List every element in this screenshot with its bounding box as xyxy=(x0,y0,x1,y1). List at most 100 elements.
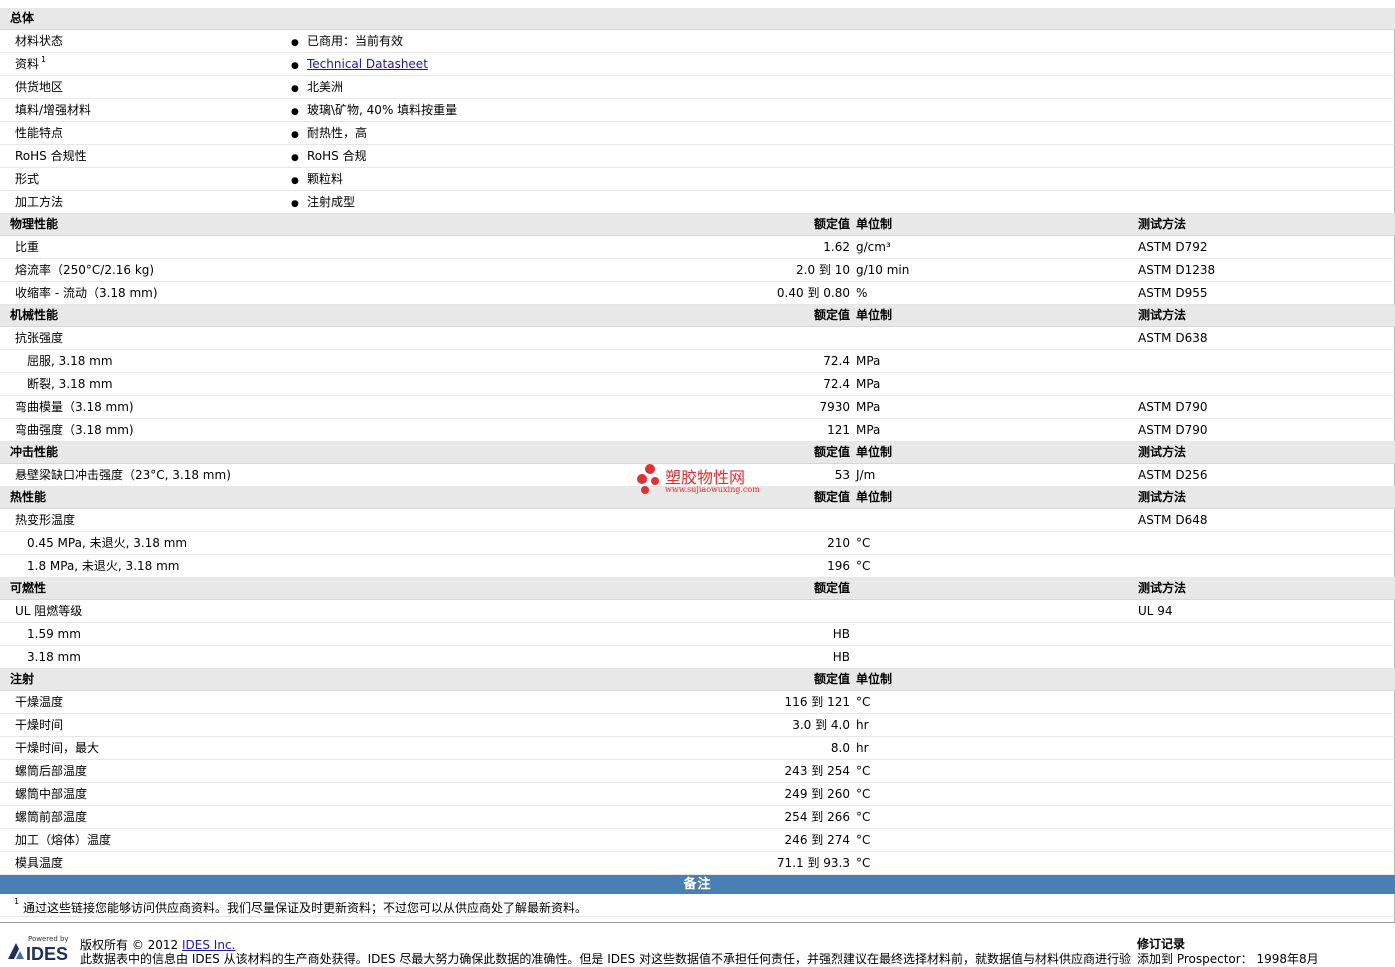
property-label: 模具温度 xyxy=(15,856,64,870)
property-value: 北美洲 xyxy=(307,80,344,94)
property-row: 弯曲模量（3.18 mm) 7930 MPa ASTM D790 xyxy=(0,396,1395,419)
property-label: 1.59 mm xyxy=(27,627,81,641)
section-title: 注射 xyxy=(10,672,35,686)
column-header-nominal: 额定值 xyxy=(813,308,850,322)
nominal-value: 71.1 到 93.3 xyxy=(776,856,850,870)
watermark: 塑胶物性网 www.sujiaowuxing.com xyxy=(636,462,766,498)
column-header-nominal: 额定值 xyxy=(813,490,850,504)
nominal-value: 196 xyxy=(827,559,850,573)
property-row: 干燥温度 116 到 121 °C xyxy=(0,691,1395,714)
unit-value: g/10 min xyxy=(856,263,910,277)
column-header-method: 测试方法 xyxy=(1138,308,1187,322)
note-text: 通过这些链接您能够访问供应商资料。我们尽量保证及时更新资料；不过您可以从供应商处… xyxy=(23,901,588,915)
property-row: 屈服, 3.18 mm 72.4 MPa xyxy=(0,350,1395,373)
property-row: 性能特点 ● 耐热性，高 xyxy=(0,122,1395,145)
nominal-value: HB xyxy=(832,650,850,664)
section-title: 机械性能 xyxy=(10,308,59,322)
column-header-method: 测试方法 xyxy=(1138,490,1187,504)
section-title: 总体 xyxy=(10,11,35,25)
unit-value: °C xyxy=(856,833,871,847)
property-label: 弯曲强度（3.18 mm) xyxy=(15,423,134,437)
unit-value: °C xyxy=(856,559,871,573)
property-label-with-note: 资料 1 xyxy=(15,55,46,71)
property-row: RoHS 合规性 ● RoHS 合规 xyxy=(0,145,1395,168)
property-row: 1.59 mm HB xyxy=(0,623,1395,646)
property-label: 干燥温度 xyxy=(15,695,64,709)
property-row: 材料状态 ● 已商用：当前有效 xyxy=(0,30,1395,53)
section-title: 物理性能 xyxy=(10,217,59,231)
property-row: 比重 1.62 g/cm³ ASTM D792 xyxy=(0,236,1395,259)
property-row: 加工（熔体）温度 246 到 274 °C xyxy=(0,829,1395,852)
property-row: UL 阻燃等级 UL 94 xyxy=(0,600,1395,623)
bullet: ● xyxy=(291,176,299,186)
property-row: 0.45 MPa, 未退火, 3.18 mm 210 °C xyxy=(0,532,1395,555)
property-row: 3.18 mm HB xyxy=(0,646,1395,669)
bullet: ● xyxy=(291,84,299,94)
powered-by-label: Powered by xyxy=(28,935,69,943)
unit-value: °C xyxy=(856,764,871,778)
property-label: 供货地区 xyxy=(15,80,64,94)
nominal-value: 7930 xyxy=(819,400,850,414)
property-label: 收缩率 - 流动（3.18 mm) xyxy=(15,286,158,300)
test-method: UL 94 xyxy=(1138,604,1173,618)
section-title: 可燃性 xyxy=(10,581,47,595)
nominal-value: 53 xyxy=(834,468,850,482)
section-header-flammability: 可燃性 额定值 测试方法 xyxy=(0,578,1395,600)
property-value: 注射成型 xyxy=(307,195,356,209)
bullet: ● xyxy=(291,107,299,117)
datasheet-link[interactable]: Technical Datasheet xyxy=(307,57,428,71)
unit-value: % xyxy=(856,286,868,300)
bullet: ● xyxy=(291,153,299,163)
unit-value: MPa xyxy=(856,400,881,414)
property-label-text: 资料 xyxy=(15,57,40,71)
property-value: RoHS 合规 xyxy=(307,149,367,163)
property-label: 比重 xyxy=(15,240,40,254)
property-label: 热变形温度 xyxy=(15,513,76,527)
test-method: ASTM D1238 xyxy=(1138,263,1216,277)
unit-value: MPa xyxy=(856,423,881,437)
nominal-value: 3.0 到 4.0 xyxy=(792,718,850,732)
property-row: 螺筒中部温度 249 到 260 °C xyxy=(0,783,1395,806)
column-header-nominal: 额定值 xyxy=(813,445,850,459)
unit-value: hr xyxy=(856,741,869,755)
nominal-value: 210 xyxy=(827,536,850,550)
property-value: 玻璃\矿物, 40% 填料按重量 xyxy=(307,103,458,117)
notes-header: 备注 xyxy=(0,875,1395,894)
unit-value: °C xyxy=(856,856,871,870)
ides-logo-text: IDES xyxy=(26,944,69,964)
property-label: 螺筒后部温度 xyxy=(15,764,88,778)
section-header-impact: 冲击性能 额定值 单位制 测试方法 xyxy=(0,442,1395,464)
footnote-number: 1 xyxy=(14,897,20,906)
test-method: ASTM D790 xyxy=(1138,400,1208,414)
nominal-value: 72.4 xyxy=(823,354,850,368)
property-label: 螺筒中部温度 xyxy=(15,787,88,801)
property-row: 抗张强度 ASTM D638 xyxy=(0,327,1395,350)
property-row: 资料 1 ● Technical Datasheet xyxy=(0,53,1395,76)
unit-value: MPa xyxy=(856,377,881,391)
property-label: 加工（熔体）温度 xyxy=(15,833,112,847)
property-label: 干燥时间 xyxy=(15,718,64,732)
property-label: 断裂, 3.18 mm xyxy=(27,377,113,391)
unit-value: MPa xyxy=(856,354,881,368)
property-label: 抗张强度 xyxy=(15,331,64,345)
property-label: 填料/增强材料 xyxy=(15,103,92,117)
property-label: 螺筒前部温度 xyxy=(15,810,88,824)
column-header-unit: 单位制 xyxy=(856,217,893,231)
nominal-value: 0.40 到 0.80 xyxy=(776,286,850,300)
property-row: 加工方法 ● 注射成型 xyxy=(0,191,1395,214)
nominal-value: 2.0 到 10 xyxy=(796,263,850,277)
property-label: 干燥时间，最大 xyxy=(15,741,100,755)
ides-mark-icon xyxy=(8,943,24,959)
property-row: 1.8 MPa, 未退火, 3.18 mm 196 °C xyxy=(0,555,1395,578)
property-value: 耐热性，高 xyxy=(307,126,368,140)
property-row: 热变形温度 ASTM D648 xyxy=(0,509,1395,532)
watermark-en: www.sujiaowuxing.com xyxy=(665,485,760,494)
property-label: 3.18 mm xyxy=(27,650,81,664)
test-method: ASTM D648 xyxy=(1138,513,1208,527)
section-header-physical: 物理性能 额定值 单位制 测试方法 xyxy=(0,214,1395,236)
bullet: ● xyxy=(291,38,299,48)
nominal-value: 116 到 121 xyxy=(784,695,850,709)
test-method: ASTM D955 xyxy=(1138,286,1208,300)
property-label: 1.8 MPa, 未退火, 3.18 mm xyxy=(27,559,180,573)
column-header-unit: 单位制 xyxy=(856,308,893,322)
